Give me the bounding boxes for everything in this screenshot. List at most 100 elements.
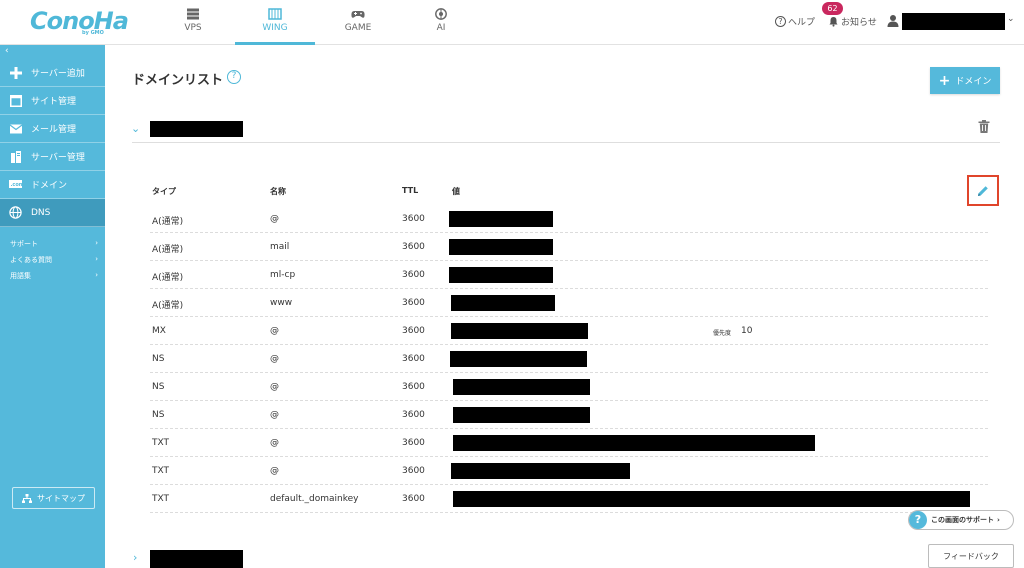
logo-text: ConoHa bbox=[30, 7, 129, 35]
notice-label: お知らせ bbox=[841, 18, 877, 28]
tab-label: WING bbox=[262, 23, 288, 33]
column-header-name: 名称 bbox=[270, 187, 286, 196]
sidebar-item-mail-management[interactable]: メール管理 bbox=[0, 115, 105, 143]
sitemap-button[interactable]: サイトマップ bbox=[12, 487, 95, 509]
server-stack-icon bbox=[9, 150, 22, 163]
record-type: NS bbox=[152, 382, 165, 392]
chevron-right-icon: › bbox=[95, 239, 98, 247]
record-ttl: 3600 bbox=[402, 382, 425, 392]
sidebar-item-add-server[interactable]: サーバー追加 bbox=[0, 59, 105, 87]
chevron-right-icon[interactable]: › bbox=[133, 551, 137, 564]
sidebar-item-label: ドメイン bbox=[31, 181, 68, 191]
record-value-redacted bbox=[449, 267, 553, 283]
chevron-down-icon[interactable]: ⌄ bbox=[131, 122, 140, 135]
sidebar-item-dns[interactable]: DNS bbox=[0, 199, 105, 227]
plus-icon bbox=[9, 66, 22, 79]
chevron-right-icon: › bbox=[95, 255, 98, 263]
chevron-down-icon[interactable]: ⌄ bbox=[1007, 14, 1015, 24]
add-domain-button[interactable]: + ドメイン bbox=[930, 67, 1000, 94]
record-value-redacted bbox=[450, 351, 587, 367]
table-row[interactable]: NS @ 3600 bbox=[150, 373, 988, 401]
page-title: ドメインリスト bbox=[132, 73, 224, 88]
table-row[interactable]: TXT @ 3600 bbox=[150, 429, 988, 457]
record-type: TXT bbox=[152, 438, 170, 448]
svg-text:.com: .com bbox=[11, 182, 23, 188]
tab-ai[interactable]: AI bbox=[401, 0, 481, 45]
record-type: NS bbox=[152, 354, 165, 364]
record-ttl: 3600 bbox=[402, 326, 425, 336]
record-value-redacted bbox=[453, 435, 815, 451]
logo-sub: by GMO bbox=[82, 30, 104, 36]
sidebar: ‹ サーバー追加 サイト管理 メール管理 サーバー管理 .com ドメイン DN… bbox=[0, 45, 105, 568]
table-row[interactable]: A(通常) ml-cp 3600 bbox=[150, 261, 988, 289]
column-header-type: タイプ bbox=[152, 187, 176, 196]
tab-label: AI bbox=[436, 23, 446, 33]
sidebar-item-server-management[interactable]: サーバー管理 bbox=[0, 143, 105, 171]
user-account-name-redacted[interactable] bbox=[902, 13, 1005, 30]
table-row[interactable]: A(通常) @ 3600 bbox=[150, 205, 988, 233]
trash-icon[interactable] bbox=[978, 120, 990, 133]
table-row[interactable]: NS @ 3600 bbox=[150, 345, 988, 373]
record-type: A(通常) bbox=[152, 301, 184, 311]
record-value-redacted bbox=[453, 491, 970, 507]
sidebar-item-label: メール管理 bbox=[31, 125, 77, 135]
sitemap-icon bbox=[22, 493, 32, 503]
conoha-logo[interactable]: ConoHa by GMO bbox=[30, 7, 129, 39]
record-name: @ bbox=[270, 410, 279, 420]
sidebar-link-support[interactable]: サポート › bbox=[10, 239, 98, 249]
edit-records-button[interactable] bbox=[967, 175, 999, 206]
help-question-icon[interactable]: ? bbox=[227, 70, 241, 84]
sidebar-item-label: DNS bbox=[31, 207, 51, 218]
table-row[interactable]: TXT default._domainkey 3600 bbox=[150, 485, 988, 513]
column-header-ttl: TTL bbox=[402, 186, 419, 195]
record-value-redacted bbox=[449, 239, 553, 255]
sidebar-item-label: サーバー管理 bbox=[31, 153, 85, 163]
domain-name-redacted[interactable] bbox=[150, 550, 243, 568]
sidebar-link-glossary[interactable]: 用語集 › bbox=[10, 271, 98, 281]
plus-icon: + bbox=[938, 72, 951, 89]
table-row[interactable]: NS @ 3600 bbox=[150, 401, 988, 429]
tab-game[interactable]: GAME bbox=[318, 0, 398, 45]
tab-label: GAME bbox=[344, 23, 372, 33]
record-type: A(通常) bbox=[152, 217, 184, 227]
column-header-value: 値 bbox=[452, 187, 460, 196]
sidebar-item-domain[interactable]: .com ドメイン bbox=[0, 171, 105, 199]
record-name: www bbox=[270, 298, 293, 308]
domain-name-redacted[interactable] bbox=[150, 121, 243, 137]
notification-badge: 62 bbox=[822, 2, 843, 15]
window-icon bbox=[9, 94, 22, 107]
user-icon bbox=[887, 15, 899, 27]
top-bar: ConoHa by GMO VPS WING GAME AI ? ヘルプ 62 … bbox=[0, 0, 1024, 45]
record-name: @ bbox=[270, 466, 279, 476]
record-name: @ bbox=[270, 354, 279, 364]
notice-link[interactable]: お知らせ bbox=[828, 15, 877, 28]
table-row[interactable]: TXT @ 3600 bbox=[150, 457, 988, 485]
help-label: ヘルプ bbox=[788, 18, 816, 28]
feedback-button[interactable]: フィードバック bbox=[928, 544, 1014, 568]
question-icon: ? bbox=[909, 511, 927, 529]
table-row[interactable]: MX @ 3600 優先度 10 bbox=[150, 317, 988, 345]
record-value-redacted bbox=[451, 295, 555, 311]
tab-wing[interactable]: WING bbox=[235, 0, 315, 45]
record-ttl: 3600 bbox=[402, 242, 425, 252]
priority-value: 10 bbox=[741, 326, 753, 336]
page-support-button[interactable]: ? この画面のサポート › bbox=[908, 510, 1014, 530]
sidebar-item-label: サーバー追加 bbox=[31, 69, 85, 79]
record-ttl: 3600 bbox=[402, 298, 425, 308]
collapse-sidebar-icon[interactable]: ‹ bbox=[5, 46, 9, 56]
table-row[interactable]: A(通常) www 3600 bbox=[150, 289, 988, 317]
sidebar-link-faq[interactable]: よくある質問 › bbox=[10, 255, 98, 265]
record-value-redacted bbox=[453, 379, 590, 395]
record-name: mail bbox=[270, 242, 290, 252]
sitemap-label: サイトマップ bbox=[37, 493, 85, 503]
sidebar-item-site-management[interactable]: サイト管理 bbox=[0, 87, 105, 115]
help-link[interactable]: ? ヘルプ bbox=[775, 15, 815, 28]
record-value-redacted bbox=[453, 407, 590, 423]
record-type: TXT bbox=[152, 466, 170, 476]
record-ttl: 3600 bbox=[402, 410, 425, 420]
tab-vps[interactable]: VPS bbox=[153, 0, 233, 45]
table-row[interactable]: A(通常) mail 3600 bbox=[150, 233, 988, 261]
server-icon bbox=[187, 8, 199, 20]
add-domain-label: ドメイン bbox=[955, 77, 992, 87]
wing-icon bbox=[268, 8, 282, 20]
